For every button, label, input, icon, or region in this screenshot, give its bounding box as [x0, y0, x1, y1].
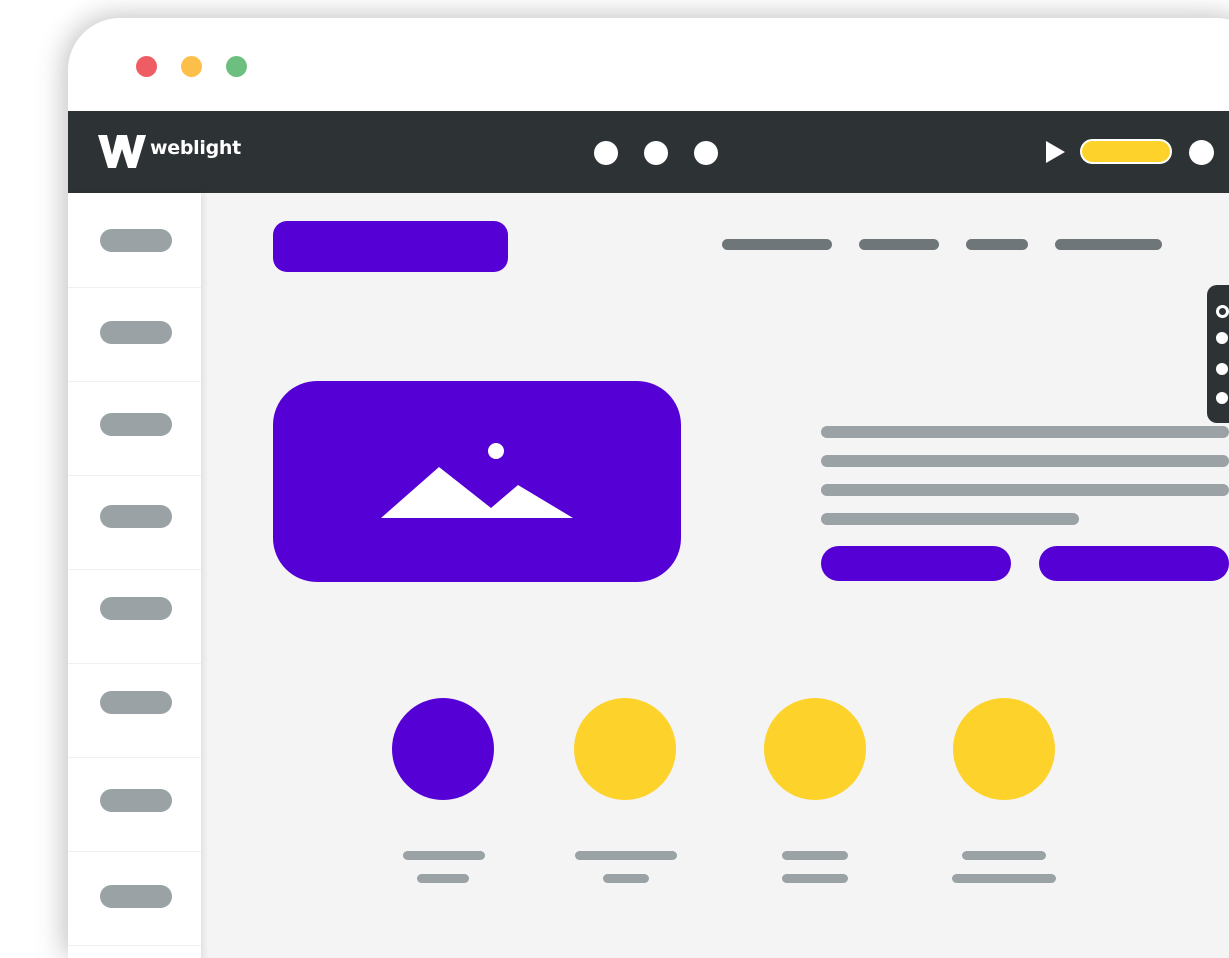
top-navbar: weblight	[68, 111, 1229, 193]
widget-dot[interactable]	[1216, 392, 1228, 404]
feature-icon-circle[interactable]	[764, 698, 866, 800]
brand-logo-placeholder[interactable]	[273, 221, 508, 272]
secondary-button[interactable]	[1039, 546, 1229, 581]
close-window-button[interactable]	[136, 56, 157, 77]
menu-link[interactable]	[859, 239, 939, 250]
main-content	[201, 193, 1229, 958]
play-icon[interactable]	[1044, 140, 1066, 164]
widget-toggle-icon[interactable]	[1216, 305, 1229, 318]
feature-caption-line	[782, 851, 848, 860]
feature-caption-line	[403, 851, 485, 860]
feature-icon-circle[interactable]	[392, 698, 494, 800]
sidebar-item[interactable]	[68, 475, 201, 570]
floating-side-toolbar[interactable]	[1207, 285, 1229, 423]
sidebar-item[interactable]	[68, 663, 201, 758]
primary-button[interactable]	[821, 546, 1011, 581]
weblight-logo-icon[interactable]	[98, 135, 146, 168]
menu-link[interactable]	[1055, 239, 1162, 250]
hero-text-line	[821, 513, 1079, 525]
feature-icon-circle[interactable]	[953, 698, 1055, 800]
nav-dot-2[interactable]	[644, 141, 668, 165]
feature-caption-line	[782, 874, 848, 883]
sidebar-item[interactable]	[68, 193, 201, 288]
sidebar	[68, 193, 201, 958]
feature-caption-line	[603, 874, 649, 883]
nav-dot-3[interactable]	[694, 141, 718, 165]
menu-link[interactable]	[722, 239, 832, 250]
feature-caption-line	[575, 851, 677, 860]
mountain-image-icon	[381, 443, 573, 518]
hero-text-line	[821, 426, 1229, 438]
sidebar-item-label-placeholder	[100, 505, 172, 528]
profile-avatar[interactable]	[1189, 140, 1214, 165]
feature-caption-line	[417, 874, 469, 883]
widget-dot[interactable]	[1216, 332, 1228, 344]
sidebar-item[interactable]	[68, 381, 201, 476]
sidebar-item-label-placeholder	[100, 789, 172, 812]
maximize-window-button[interactable]	[226, 56, 247, 77]
hero-image	[273, 381, 681, 582]
hero-text-line	[821, 484, 1229, 496]
minimize-window-button[interactable]	[181, 56, 202, 77]
sidebar-item-label-placeholder	[100, 691, 172, 714]
sidebar-item[interactable]	[68, 569, 201, 664]
menu-link[interactable]	[966, 239, 1028, 250]
feature-icon-circle[interactable]	[574, 698, 676, 800]
sidebar-item-label-placeholder	[100, 321, 172, 344]
sidebar-item[interactable]	[68, 287, 201, 382]
hero-text-line	[821, 455, 1229, 467]
feature-caption-line	[962, 851, 1046, 860]
cta-pill-button[interactable]	[1080, 139, 1172, 164]
logo-text[interactable]: weblight	[150, 137, 241, 159]
widget-dot[interactable]	[1216, 363, 1228, 375]
sidebar-item[interactable]	[68, 851, 201, 946]
nav-dot-1[interactable]	[594, 141, 618, 165]
feature-caption-line	[952, 874, 1056, 883]
sidebar-item-label-placeholder	[100, 597, 172, 620]
sidebar-item-label-placeholder	[100, 885, 172, 908]
sidebar-item-label-placeholder	[100, 229, 172, 252]
sidebar-item-label-placeholder	[100, 413, 172, 436]
sidebar-item[interactable]	[68, 757, 201, 852]
browser-window: weblight	[68, 18, 1229, 958]
